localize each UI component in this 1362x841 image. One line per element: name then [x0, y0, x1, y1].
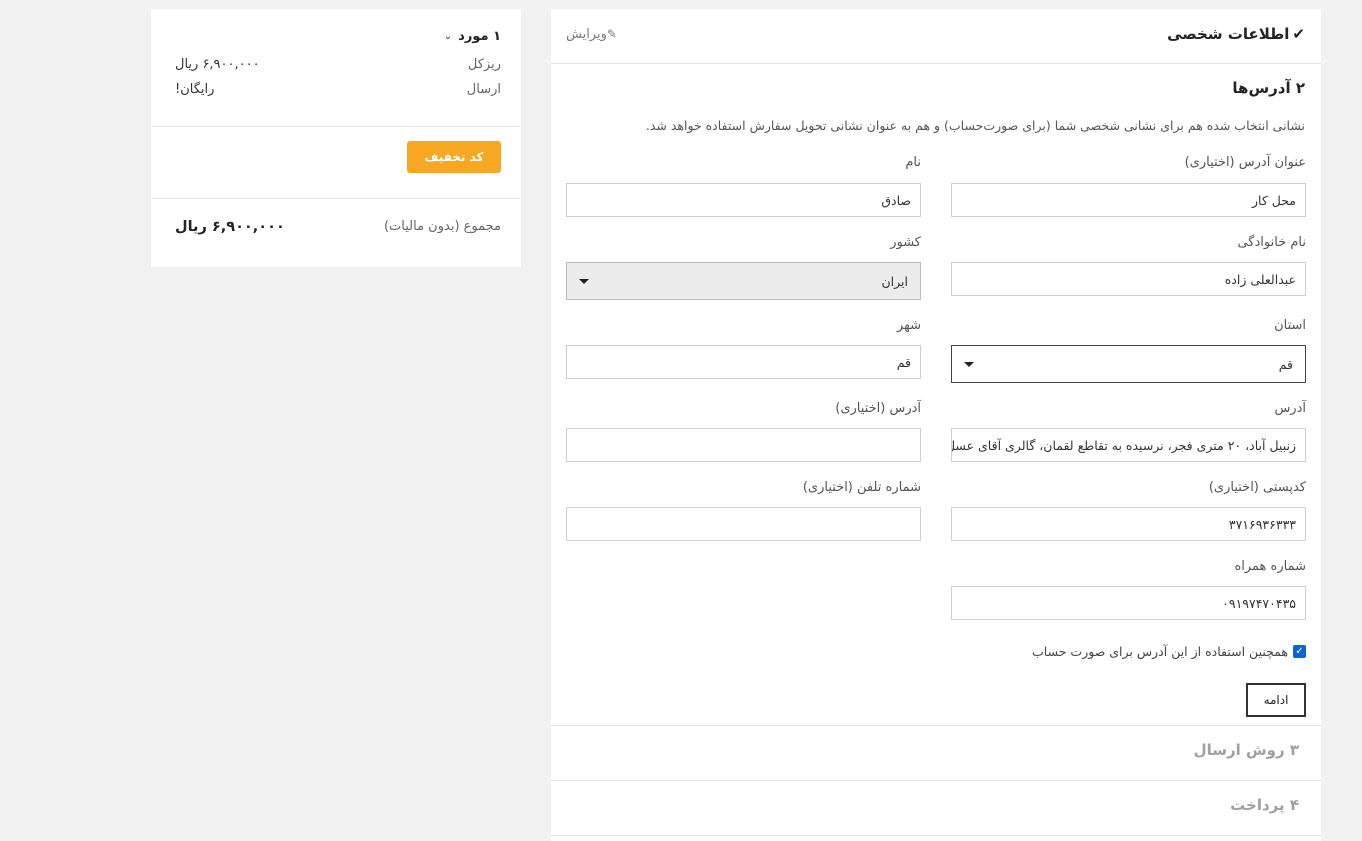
- continue-button[interactable]: ادامه: [1246, 683, 1306, 717]
- step-addresses-title: ۲ آدرس‌ها: [1232, 79, 1305, 97]
- cart-summary: ۱ مورد ⌄ ریزکل ۶,۹۰۰,۰۰۰ ریال ارسال رایگ…: [151, 9, 521, 267]
- subtotal-row: ریزکل ۶,۹۰۰,۰۰۰ ریال: [175, 57, 501, 72]
- divider: [151, 198, 521, 199]
- checkout-steps: ✔اطلاعات شخصی ✎ویرایش ۲ آدرس‌ها نشانی ان…: [551, 9, 1321, 841]
- use-for-invoice-row: ✓ همچنین استفاده از این آدرس برای صورت ح…: [1032, 644, 1306, 659]
- step-personal-info-label: اطلاعات شخصی: [1167, 25, 1290, 43]
- shipping-value: رایگان!: [175, 82, 215, 97]
- discount-code-button[interactable]: کد تخفیف: [407, 141, 501, 173]
- subtotal-value: ۶,۹۰۰,۰۰۰ ریال: [175, 57, 260, 72]
- chevron-down-icon: ⌄: [443, 31, 453, 42]
- mobile-label: شماره همراه: [1234, 559, 1306, 574]
- step-shipping-method[interactable]: ۳ روش ارسال: [551, 726, 1321, 781]
- postcode-input[interactable]: ۳۷۱۶۹۳۶۳۳۳: [951, 507, 1306, 541]
- lastname-label: نام خانوادگی: [1237, 235, 1306, 250]
- cart-count: ۱ مورد: [458, 29, 501, 44]
- address1-label: آدرس: [1274, 401, 1306, 416]
- city-label: شهر: [896, 318, 921, 333]
- country-select[interactable]: ایران: [566, 262, 921, 300]
- edit-icon: ✎: [606, 27, 617, 41]
- step-addresses: ۲ آدرس‌ها نشانی انتخاب شده هم برای نشانی…: [551, 65, 1321, 726]
- phone-label: شماره تلفن (اختیاری): [802, 480, 921, 495]
- subtotal-label: ریزکل: [467, 57, 501, 72]
- state-select[interactable]: قم: [951, 345, 1306, 383]
- use-for-invoice-checkbox[interactable]: ✓: [1293, 645, 1306, 658]
- alias-input[interactable]: محل کار: [951, 183, 1306, 217]
- divider: [151, 126, 521, 127]
- address2-input[interactable]: [566, 428, 921, 462]
- city-input[interactable]: قم: [566, 345, 921, 379]
- phone-input[interactable]: [566, 507, 921, 541]
- state-value: قم: [1278, 356, 1293, 372]
- step-personal-info-title: ✔اطلاعات شخصی: [1167, 25, 1305, 43]
- edit-personal-info-link[interactable]: ✎ویرایش: [566, 27, 620, 42]
- alias-label: عنوان آدرس (اختیاری): [1184, 155, 1306, 170]
- postcode-label: کدپستی (اختیاری): [1208, 480, 1306, 495]
- shipping-label: ارسال: [466, 82, 501, 97]
- shipping-row: ارسال رایگان!: [175, 82, 501, 97]
- caret-down-icon: [964, 361, 974, 367]
- step-shipping-title: ۳ روش ارسال: [1193, 741, 1299, 759]
- check-icon: ✔: [1292, 25, 1305, 43]
- step-payment[interactable]: ۴ پرداخت: [551, 781, 1321, 836]
- use-for-invoice-label: همچنین استفاده از این آدرس برای صورت حسا…: [1032, 644, 1288, 659]
- mobile-input[interactable]: ۰۹۱۹۷۴۷۰۴۳۵: [951, 586, 1306, 620]
- address2-label: آدرس (اختیاری): [835, 401, 921, 416]
- addresses-intro-text: نشانی انتخاب شده هم برای نشانی شخصی شما …: [645, 118, 1305, 133]
- edit-label: ویرایش: [566, 27, 607, 42]
- country-value: ایران: [881, 273, 908, 289]
- step-payment-title: ۴ پرداخت: [1230, 796, 1299, 814]
- step-personal-info: ✔اطلاعات شخصی ✎ویرایش: [551, 9, 1321, 64]
- country-label: کشور: [890, 235, 921, 250]
- lastname-input[interactable]: عبدالعلی زاده: [951, 262, 1306, 296]
- address1-input[interactable]: زنبیل آباد، ۲۰ متری فجر، نرسیده به تقاطع…: [951, 428, 1306, 462]
- cart-items-toggle[interactable]: ۱ مورد ⌄: [444, 29, 501, 44]
- caret-down-icon: [579, 278, 589, 284]
- total-label: مجموع (بدون مالیات): [383, 219, 501, 234]
- total-value: ۶,۹۰۰,۰۰۰ ریال: [175, 219, 285, 235]
- firstname-label: نام: [905, 155, 921, 170]
- firstname-input[interactable]: صادق: [566, 183, 921, 217]
- total-row: مجموع (بدون مالیات) ۶,۹۰۰,۰۰۰ ریال: [175, 219, 501, 235]
- state-label: استان: [1274, 318, 1306, 333]
